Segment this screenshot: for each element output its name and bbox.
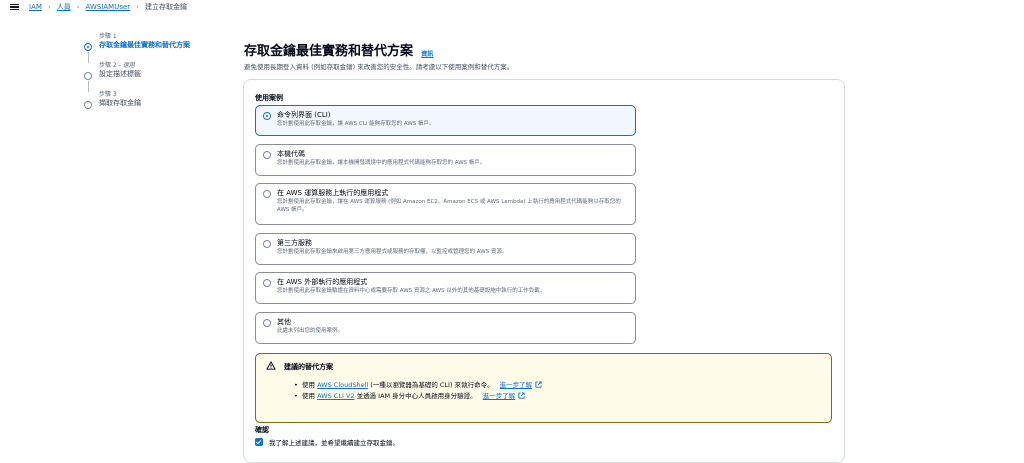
alternatives-list: 使用 AWS CloudShell (一種以瀏覽器為基礎的 CLI) 來執行命令… [284, 380, 821, 402]
option-local-code[interactable]: 本機代碼 您計劃使用此存取金鑰，讓本機開發環境中的應用程式代碼能夠存取您的 AW… [255, 144, 636, 176]
option-title: 命令列界面 (CLI) [277, 111, 331, 119]
option-outside-aws[interactable]: 在 AWS 外部執行的應用程式 您計劃使用此存取金鑰驗證在資料中心或需要存取 A… [255, 272, 636, 304]
option-title: 其他 [277, 318, 291, 326]
chevron-right-icon: › [136, 3, 139, 11]
step-label: 擷取存取金鑰 [99, 99, 141, 107]
option-aws-compute[interactable]: 在 AWS 運算服務上執行的應用程式 您計劃使用此存取金鑰，讓在 AWS 運算服… [255, 183, 636, 225]
confirm-text[interactable]: 我了解上述建議，並希望繼續建立存取金鑰。 [269, 437, 399, 447]
list-item: 使用 AWS CloudShell (一種以瀏覽器為基礎的 CLI) 來執行命令… [294, 380, 821, 391]
radio-icon[interactable] [263, 151, 271, 159]
option-description: 您計劃使用此存取金鑰驗證在資料中心或需要存取 AWS 資源之 AWS 以外的其他… [277, 288, 546, 294]
option-title: 第三方服務 [277, 239, 312, 247]
step-number: 步驟 3 [99, 91, 117, 98]
warning-icon [266, 361, 276, 370]
chevron-right-icon: › [47, 3, 51, 11]
option-description: 您計劃使用此存取金鑰，讓本機開發環境中的應用程式代碼能夠存取您的 AWS 帳戶。 [277, 160, 486, 166]
wizard-steps: 步驟 1 存取金鑰最佳實務和替代方案 步驟 2 - 選用 設定描述標籤 步驟 3… [84, 32, 224, 119]
alt-text: (一種以瀏覽器為基礎的 CLI) 來執行命令。 [368, 381, 494, 389]
top-bar: IAM › 人員 › AWSIAMUser › 建立存取金鑰 [0, 0, 1024, 14]
external-link-icon[interactable] [535, 381, 542, 388]
option-description: 您計劃使用此存取金鑰來啟用第三方應用程式或服務的存取權，以監控或管理您的 AWS… [277, 249, 508, 255]
alt-text: 使用 [302, 381, 318, 389]
option-cli[interactable]: 命令列界面 (CLI) 您計劃使用此存取金鑰，讓 AWS CLI 能夠存取您的 … [255, 105, 636, 136]
confirm-checkbox[interactable] [255, 438, 263, 446]
breadcrumb-people[interactable]: 人員 [57, 2, 71, 12]
page-header: 存取金鑰最佳實務和替代方案 資訊 [244, 40, 433, 59]
step-label: 設定描述標籤 [99, 70, 141, 78]
page-title: 存取金鑰最佳實務和替代方案 [244, 44, 414, 59]
breadcrumb-iam[interactable]: IAM [29, 3, 42, 11]
option-description: 您計劃使用此存取金鑰，讓 AWS CLI 能夠存取您的 AWS 帳戶。 [277, 121, 435, 127]
confirm-label: 確認 [255, 426, 269, 434]
breadcrumb-current: 建立存取金鑰 [144, 3, 187, 11]
radio-icon[interactable] [263, 240, 271, 248]
step-number: 步驟 2 - 選用 [99, 62, 135, 69]
option-description: 此處未列出您的使用案例。 [277, 328, 344, 334]
page-description: 避免使用長期登入資料 (例如存取金鑰) 來改善您的安全性。請考慮以下使用案例和替… [244, 63, 514, 71]
info-link[interactable]: 資訊 [421, 51, 433, 58]
wizard-step-3[interactable]: 步驟 3 擷取存取金鑰 [84, 90, 224, 109]
list-item: 使用 AWS CLI V2 並透過 IAM 身分中心人員啟用身分驗證。 進一步了… [294, 391, 821, 402]
step-label: 存取金鑰最佳實務和替代方案 [99, 41, 190, 49]
external-link-icon[interactable] [518, 392, 525, 399]
alt-text: 使用 [302, 392, 318, 400]
wizard-step-2[interactable]: 步驟 2 - 選用 設定描述標籤 [84, 61, 224, 92]
use-case-label: 使用案例 [255, 94, 283, 102]
alternatives-alert: 建議的替代方案 使用 AWS CloudShell (一種以瀏覽器為基礎的 CL… [255, 353, 832, 423]
cli-v2-link[interactable]: AWS CLI V2 [317, 392, 354, 400]
step-status-icon [84, 43, 92, 51]
alt-text: 並透過 IAM 身分中心人員啟用身分驗證。 [354, 392, 477, 400]
cloudshell-link[interactable]: AWS CloudShell [317, 381, 368, 389]
alert-title: 建議的替代方案 [284, 363, 333, 371]
option-third-party[interactable]: 第三方服務 您計劃使用此存取金鑰來啟用第三方應用程式或服務的存取權，以監控或管理… [255, 233, 636, 265]
option-description: 您計劃使用此存取金鑰，讓在 AWS 運算服務 (例如 Amazon EC2、Am… [277, 199, 621, 213]
learn-more-link[interactable]: 進一步了解 [500, 381, 533, 389]
option-other[interactable]: 其他 此處未列出您的使用案例。 [255, 312, 636, 344]
step-status-icon [84, 72, 92, 80]
option-title: 在 AWS 外部執行的應用程式 [277, 278, 368, 286]
step-number: 步驟 1 [99, 33, 117, 40]
menu-icon[interactable] [10, 3, 19, 11]
wizard-step-1[interactable]: 步驟 1 存取金鑰最佳實務和替代方案 [84, 32, 224, 63]
option-title: 在 AWS 運算服務上執行的應用程式 [277, 189, 389, 197]
option-title: 本機代碼 [277, 150, 305, 158]
learn-more-link[interactable]: 進一步了解 [483, 392, 516, 400]
breadcrumb-user[interactable]: AWSIAMUser [86, 3, 131, 11]
step-status-icon [84, 101, 92, 109]
radio-icon[interactable] [263, 190, 271, 198]
radio-icon[interactable] [263, 319, 271, 327]
confirm-row: 我了解上述建議，並希望繼續建立存取金鑰。 [255, 437, 399, 447]
radio-selected-icon[interactable] [263, 112, 271, 120]
chevron-right-icon: › [76, 3, 80, 11]
radio-icon[interactable] [263, 279, 271, 287]
